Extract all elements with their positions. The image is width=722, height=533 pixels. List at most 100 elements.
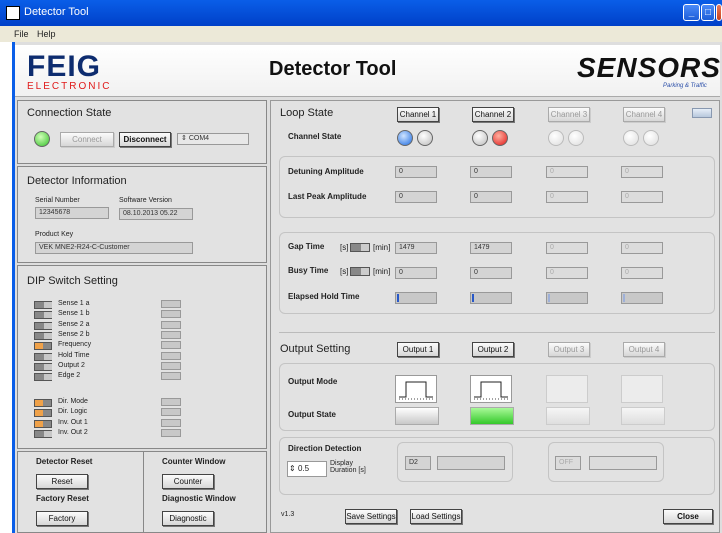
detector-info-panel: Detector Information Serial Number 12345… (17, 166, 267, 263)
dip-slot (161, 320, 181, 329)
sensors-logo: SENSORS (577, 52, 721, 83)
counter-button[interactable]: Counter (162, 474, 214, 489)
elapsed-hold-fill-3 (548, 294, 550, 302)
direction-title: Direction Detection (288, 444, 362, 453)
dip-switch-row: Dir. Logic (34, 408, 154, 418)
close-icon[interactable] (716, 4, 722, 21)
dip-knob (44, 322, 52, 329)
dip-switch-toggle[interactable] (34, 373, 52, 382)
output-button-3[interactable]: Output 3 (548, 342, 590, 357)
dip-switch-toggle[interactable] (34, 321, 52, 330)
connect-button[interactable]: Connect (60, 132, 114, 147)
gap-time-label: Gap Time (288, 242, 325, 251)
sw-version-label: Software Version (119, 197, 172, 204)
dip-slot (161, 428, 181, 437)
direction-d2-field: OFF (555, 456, 581, 470)
menu-file[interactable]: File (14, 29, 29, 39)
channel-button-3[interactable]: Channel 3 (548, 107, 590, 122)
dip-switch-row: Edge 2 (34, 372, 154, 382)
dip-switch-toggle[interactable] (34, 419, 52, 428)
dip-switch-toggle[interactable] (34, 409, 52, 418)
duration-stepper[interactable]: ⇕ 0.5 (287, 461, 327, 477)
reset-button[interactable]: Reset (36, 474, 88, 489)
dip-switch-row: Dir. Mode (34, 398, 154, 408)
busy-time-field-3: 0 (546, 267, 588, 279)
dip-knob (44, 430, 52, 437)
factory-button[interactable]: Factory (36, 511, 88, 526)
dip-slot (161, 361, 181, 370)
channel-2-led-1 (472, 130, 488, 146)
output-mode-4[interactable] (621, 375, 663, 403)
dip-switch-toggle[interactable] (34, 429, 52, 438)
gap-unit-toggle[interactable] (350, 243, 370, 252)
connection-panel: Connection State Connect Disconnect ⇕ CO… (17, 100, 267, 164)
sw-version-field: 08.10.2013 05.22 (119, 208, 193, 220)
version-label: v1.3 (281, 511, 295, 518)
dip-switch-toggle[interactable] (34, 362, 52, 371)
output-mode-2[interactable] (470, 375, 512, 403)
output-mode-1[interactable] (395, 375, 437, 403)
gap-time-field-4: 0 (621, 242, 663, 254)
factory-reset-label: Factory Reset (36, 494, 89, 503)
port-select[interactable]: ⇕ COM4 (177, 133, 249, 145)
direction-d2-bar (589, 456, 657, 470)
dip-switch-label: Hold Time (58, 351, 90, 359)
dip-knob (44, 363, 52, 370)
dip-switch-row: Sense 2 b (34, 331, 154, 341)
dip-switch-toggle[interactable] (34, 331, 52, 340)
save-settings-button[interactable]: Save Settings (345, 509, 397, 524)
channel-1-led-1 (397, 130, 413, 146)
connection-led (34, 131, 50, 147)
diagnostic-button[interactable]: Diagnostic (162, 511, 214, 526)
channel-button-2[interactable]: Channel 2 (472, 107, 514, 122)
output-button-2[interactable]: Output 2 (472, 342, 514, 357)
dip-switch-label: Dir. Mode (58, 398, 88, 405)
dip-switch-toggle[interactable] (34, 301, 52, 309)
dip-knob (44, 312, 52, 319)
serial-field: 12345678 (35, 207, 109, 219)
close-button[interactable]: Close (663, 509, 713, 524)
output-state-4 (621, 407, 665, 425)
dip-switch-toggle[interactable] (34, 342, 52, 351)
dip-switch-row: Frequency (34, 341, 154, 351)
connection-title: Connection State (27, 107, 112, 119)
busy-unit-toggle[interactable] (350, 267, 370, 276)
peak-field-4: 0 (621, 191, 663, 203)
pulse-icon (399, 381, 433, 400)
menu-help[interactable]: Help (37, 29, 56, 39)
counter-window-label: Counter Window (162, 457, 226, 466)
dip-switch-row: Inv. Out 1 (34, 419, 154, 429)
output-button-4[interactable]: Output 4 (623, 342, 665, 357)
output-button-1[interactable]: Output 1 (397, 342, 439, 357)
maximize-icon[interactable]: □ (701, 4, 715, 21)
feig-logo-sub: ELECTRONIC (27, 81, 112, 92)
dip-switch-label: Dir. Logic (58, 408, 88, 416)
disconnect-button[interactable]: Disconnect (119, 132, 171, 147)
dip-slot (161, 418, 181, 427)
dip-switch-toggle[interactable] (34, 399, 52, 407)
load-settings-button[interactable]: Load Settings (410, 509, 462, 524)
dip-slot-column (161, 300, 185, 440)
menu-bar: File Help (0, 26, 722, 42)
dip-slot (161, 372, 181, 381)
channel-4-led-1 (623, 130, 639, 146)
dip-knob (44, 302, 52, 308)
elapsed-hold-fill-4 (623, 294, 625, 302)
dip-switch-toggle[interactable] (34, 311, 52, 320)
dip-switch-row: Hold Time (34, 352, 154, 362)
port-stepper-icon[interactable]: ⇕ (181, 135, 189, 142)
minimize-icon[interactable]: _ (683, 4, 700, 21)
stepper-arrows-icon[interactable]: ⇕ (288, 464, 296, 473)
dip-slot (161, 300, 181, 308)
channel-button-1[interactable]: Channel 1 (397, 107, 439, 122)
dip-switch-title: DIP Switch Setting (27, 275, 118, 287)
dip-switch-label: Inv. Out 2 (58, 428, 88, 436)
dip-switch-toggle[interactable] (34, 352, 52, 361)
dip-switch-label: Frequency (58, 341, 92, 349)
output-mode-3[interactable] (546, 375, 588, 403)
output-mode-label: Output Mode (288, 377, 338, 386)
dip-switch-list: Sense 1 a Sense 1 b Sense 2 a Sense 2 b Freq… (34, 300, 154, 440)
channel-button-4[interactable]: Channel 4 (623, 107, 665, 122)
detector-reset-label: Detector Reset (36, 457, 93, 466)
dip-switch-label: Inv. Out 1 (58, 418, 88, 426)
